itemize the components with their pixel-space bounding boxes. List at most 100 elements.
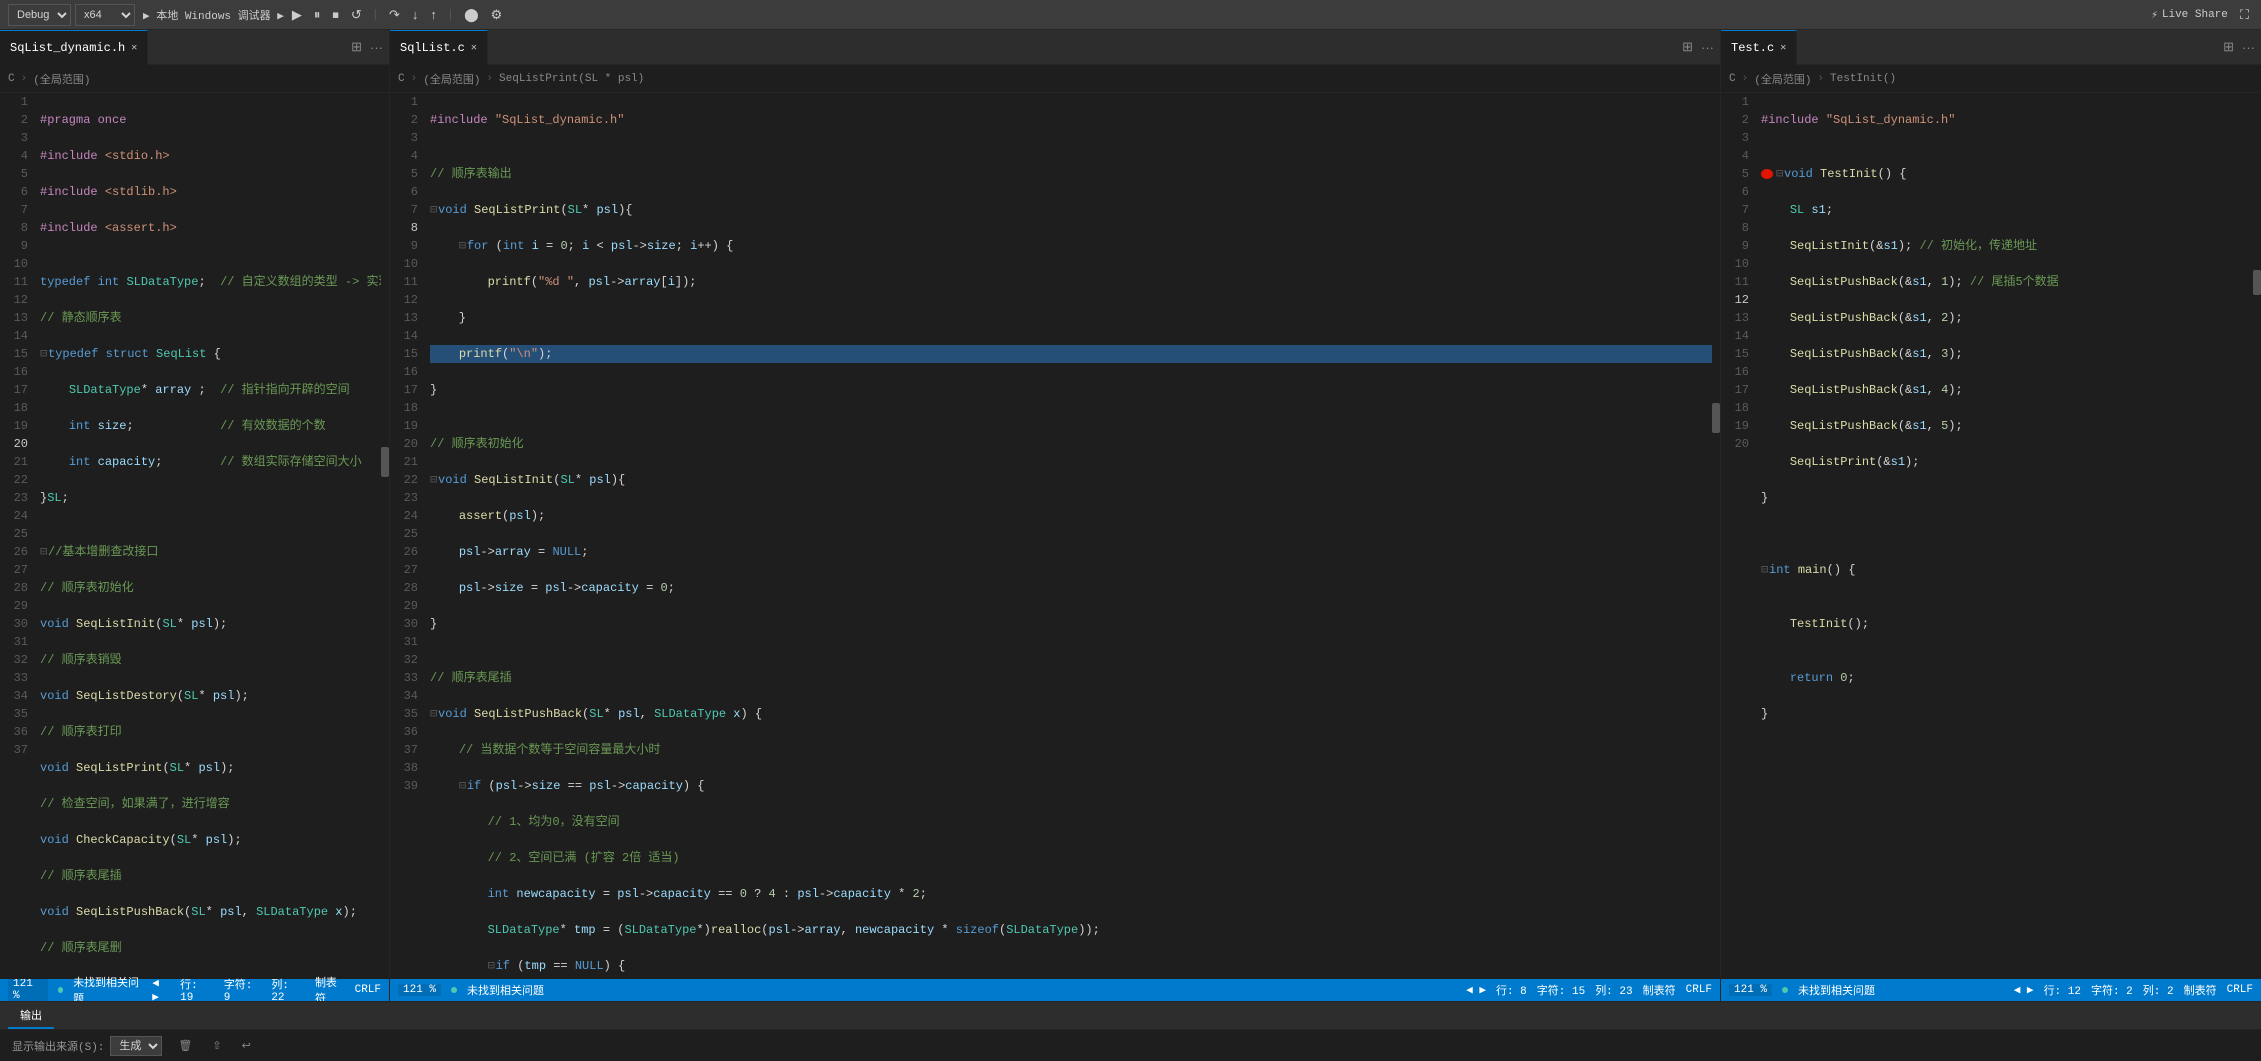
no-errors-icon-left	[58, 987, 63, 993]
arch-select[interactable]: x64	[75, 4, 135, 26]
code-line: // 顺序表销毁	[40, 651, 381, 669]
fullscreen-btn[interactable]: ⛶	[2236, 5, 2253, 25]
toolbar-left: Debug x64 ▶ 本地 Windows 调试器 ▶ ▶ ⏸ ⏹ ↺ | ↷…	[8, 4, 506, 26]
top-toolbar: Debug x64 ▶ 本地 Windows 调试器 ▶ ▶ ⏸ ⏹ ↺ | ↷…	[0, 0, 2261, 30]
tab-close-icon-mid[interactable]: ✕	[471, 42, 477, 54]
split-editor-btn-mid[interactable]: ⊞	[1680, 37, 1695, 57]
more-btn-left[interactable]: ···	[368, 38, 385, 57]
step-out-btn[interactable]: ↑	[426, 5, 441, 24]
code-line: // 当数据个数等于空间容量最大小时	[430, 741, 1712, 759]
editor-panel-mid: SqlList.c ✕ ⊞ ··· C › (全局范围) › SeqListPr…	[390, 30, 1721, 1001]
settings-btn[interactable]: ⚙	[487, 5, 507, 25]
code-line: // 1、均为0，没有空间	[430, 813, 1712, 831]
scroll-thumb-left[interactable]	[381, 447, 389, 477]
tab-close-icon-right[interactable]: ✕	[1780, 42, 1786, 54]
tab-sqlist-c[interactable]: SqlList.c ✕	[390, 30, 488, 65]
more-btn-right[interactable]: ···	[2240, 38, 2257, 57]
scroll-lock-btn[interactable]: ⇧	[208, 1037, 225, 1054]
step-into-btn[interactable]: ↓	[408, 5, 423, 24]
code-line: // 检查空间，如果满了，进行增容	[40, 795, 381, 813]
code-content-right[interactable]: #include "SqList_dynamic.h" ⊟void TestIn…	[1757, 93, 2253, 979]
breadcrumb-scope-left: (全局范围)	[33, 71, 90, 87]
tab-label: SqList_dynamic.h	[10, 41, 125, 55]
code-line: }SL;	[40, 489, 381, 507]
code-line: SeqListInit(&s1); // 初始化，传递地址	[1761, 237, 2253, 255]
code-line: #include <stdlib.h>	[40, 183, 381, 201]
code-line: SeqListPushBack(&s1, 2);	[1761, 309, 2253, 327]
mode-right: 制表符	[2184, 982, 2217, 998]
editors-row: SqList_dynamic.h ✕ ⊞ ··· C › (全局范围) 1 2 …	[0, 30, 2261, 1001]
scroll-thumb-mid[interactable]	[1712, 403, 1720, 433]
breadcrumb-lang-mid: C	[398, 73, 405, 85]
code-line: // 顺序表尾插	[430, 669, 1712, 687]
code-line: ⊟if (tmp == NULL) {	[430, 957, 1712, 975]
code-line: TestInit();	[1761, 615, 2253, 633]
split-editor-btn-right[interactable]: ⊞	[2221, 37, 2236, 57]
editor-right-btns-mid: ⊞ ···	[1680, 37, 1720, 57]
code-line: }	[1761, 705, 2253, 723]
more-btn-mid[interactable]: ···	[1699, 38, 1716, 57]
scroll-indicator-mid[interactable]	[1712, 93, 1720, 979]
status-bar-left: 121 % 未找到相关问题 ◀ ▶ 行: 19 字符: 9 列: 22 制表符 …	[0, 979, 389, 1001]
step-over-btn[interactable]: ↷	[385, 5, 404, 25]
code-line: SeqListPushBack(&s1, 4);	[1761, 381, 2253, 399]
scroll-indicator-right[interactable]	[2253, 93, 2261, 979]
code-line: ⊟int main() {	[1761, 561, 2253, 579]
output-source: 显示输出来源(S): 生成	[12, 1036, 162, 1056]
code-line: // 顺序表尾插	[40, 867, 381, 885]
code-line: }	[430, 615, 1712, 633]
live-share-label[interactable]: Live Share	[2162, 9, 2228, 21]
status-bar-mid: 121 % 未找到相关问题 ◀ ▶ 行: 8 字符: 15 列: 23 制表符 …	[390, 979, 1720, 1001]
tab-sqlist-dynamic[interactable]: SqList_dynamic.h ✕	[0, 30, 148, 65]
col-left: 字符: 9	[224, 976, 262, 1001]
breakpoint-dot	[1761, 169, 1773, 179]
code-line: SLDataType* array ; // 指针指向开辟的空间	[40, 381, 381, 399]
debug-config-select[interactable]: Debug	[8, 4, 71, 26]
mode-mid: 制表符	[1643, 982, 1676, 998]
bp-btn[interactable]: ⬤	[460, 5, 483, 25]
row-left: 行: 19	[180, 976, 214, 1001]
pause-btn[interactable]: ⏸	[310, 5, 325, 25]
restart-btn[interactable]: ↺	[347, 5, 366, 25]
code-line: int size; // 有效数据的个数	[40, 417, 381, 435]
code-line: SeqListPushBack(&s1, 5);	[1761, 417, 2253, 435]
clear-output-btn[interactable]: 🗑	[174, 1037, 196, 1054]
code-area-mid: 1 2 3 4 5 6 7 8 9 10 11 12 13 14 15 16 1	[390, 93, 1720, 979]
scroll-indicator-left[interactable]	[381, 93, 389, 979]
code-line: int newcapacity = psl->capacity == 0 ? 4…	[430, 885, 1712, 903]
tab-test-c[interactable]: Test.c ✕	[1721, 30, 1797, 65]
breadcrumb-fn-mid: SeqListPrint(SL * psl)	[499, 73, 644, 85]
tab-output[interactable]: 输出	[8, 1003, 54, 1029]
breadcrumb-mid: C › (全局范围) › SeqListPrint(SL * psl)	[390, 65, 1720, 93]
code-line: void SeqListPrint(SL* psl);	[40, 759, 381, 777]
word-wrap-btn[interactable]: ↩	[238, 1037, 255, 1054]
breadcrumb-scope-right: (全局范围)	[1754, 71, 1811, 87]
code-line: ⊟typedef struct SeqList {	[40, 345, 381, 363]
line-numbers-right: 1 2 3 4 5 6 7 8 9 10 11 12 13 14 15 16 1	[1721, 93, 1757, 979]
nav-mid: ◀ ▶	[1466, 983, 1486, 997]
code-line: // 顺序表初始化	[40, 579, 381, 597]
tab-close-icon[interactable]: ✕	[131, 42, 137, 54]
breadcrumb-fn-right: TestInit()	[1830, 73, 1896, 85]
code-content-mid[interactable]: #include "SqList_dynamic.h" // 顺序表输出 ⊟vo…	[426, 93, 1712, 979]
stop-btn[interactable]: ⏹	[328, 5, 343, 25]
continue-btn[interactable]: ▶	[288, 5, 306, 25]
scroll-thumb-right[interactable]	[2253, 270, 2261, 295]
code-line: }	[430, 381, 1712, 399]
breadcrumb-scope-mid: (全局范围)	[423, 71, 480, 87]
code-line: typedef int SLDataType; // 自定义数组的类型 -> 实…	[40, 273, 381, 291]
project-label: ▶ 本地 Windows 调试器 ▶	[143, 7, 284, 23]
col2-left: 列: 22	[271, 976, 305, 1001]
split-editor-btn-left[interactable]: ⊞	[349, 37, 364, 57]
code-line: ⊟void SeqListPrint(SL* psl){	[430, 201, 1712, 219]
code-line: #include <stdio.h>	[40, 147, 381, 165]
output-source-select[interactable]: 生成	[110, 1036, 162, 1056]
code-content-left[interactable]: #pragma once #include <stdio.h> #include…	[36, 93, 381, 979]
zoom-left: 121 %	[8, 978, 48, 1001]
code-line: #include <assert.h>	[40, 219, 381, 237]
editor-right-btns-right: ⊞ ···	[2221, 37, 2261, 57]
col-right: 字符: 2	[2091, 982, 2133, 998]
nav-left: ◀ ▶	[152, 976, 170, 1001]
code-line: ⊟void SeqListInit(SL* psl){	[430, 471, 1712, 489]
live-share-icon: ⚡	[2151, 8, 2158, 22]
